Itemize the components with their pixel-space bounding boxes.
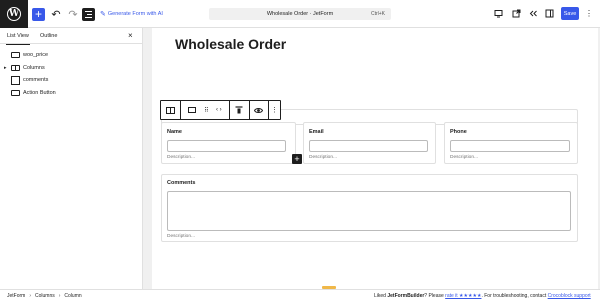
sidebar-toggle-icon[interactable] [545, 9, 554, 18]
document-overview-button[interactable] [82, 7, 95, 21]
vertical-align-button[interactable] [230, 101, 250, 119]
rate-link[interactable]: rate it ★★★★★ [445, 293, 481, 299]
block-toolbar: ⠿ ‹ › ⋮ [160, 100, 281, 120]
breadcrumb-item-column[interactable]: Column [64, 293, 81, 299]
hidden-field-icon [11, 52, 20, 58]
add-block-button[interactable]: + [32, 7, 45, 21]
magic-wand-icon: ✎ [100, 11, 106, 18]
visibility-button[interactable] [250, 101, 270, 119]
desktop-preview-icon[interactable] [494, 9, 503, 18]
support-link[interactable]: Crocoblock support [548, 293, 591, 299]
wordpress-icon: W [7, 7, 21, 21]
breadcrumb: JetForm › Columns › Column [7, 293, 82, 299]
view-external-icon[interactable] [512, 9, 521, 18]
double-chevron-left-icon[interactable] [529, 9, 538, 18]
list-icon-line [85, 16, 92, 18]
expand-caret-icon[interactable]: ▸ [4, 65, 11, 71]
columns-icon [11, 65, 20, 71]
page-title[interactable]: Wholesale Order [175, 36, 286, 52]
command-shortcut: Ctrl+K [370, 11, 385, 17]
options-more-icon[interactable]: ⋮ [585, 7, 593, 20]
editor-canvas: Wholesale Order woo_price Name Descripti… [143, 28, 600, 289]
column-parent-icon[interactable] [187, 107, 196, 113]
eye-icon [254, 107, 264, 113]
comments-field-block[interactable]: Comments Description... [161, 174, 578, 242]
list-item-action-button[interactable]: Action Button [4, 88, 56, 98]
add-block-inline-button[interactable]: + [292, 154, 302, 164]
breadcrumb-item-jetform[interactable]: JetForm [7, 293, 25, 299]
chevron-right-icon: › [58, 293, 61, 299]
list-item-columns[interactable]: ▸ Columns [4, 63, 45, 73]
sidebar-tabs: List View Outline × [0, 28, 143, 45]
list-icon-line [85, 10, 92, 12]
textarea-icon [11, 75, 20, 85]
name-input[interactable] [167, 140, 286, 152]
name-label: Name [167, 129, 182, 135]
name-field-block[interactable]: Name Description... [161, 122, 296, 164]
columns-icon [165, 106, 175, 114]
list-item-label: Columns [23, 65, 45, 71]
email-description: Description... [309, 155, 337, 160]
generate-form-ai-label: Generate Form with AI [107, 11, 163, 17]
block-mover-group: ⠿ ‹ › [181, 101, 230, 119]
list-item-label: comments [23, 77, 49, 83]
save-button[interactable]: Save [561, 7, 579, 20]
phone-label: Phone [450, 129, 467, 135]
wordpress-logo-button[interactable]: W [0, 0, 28, 28]
list-view-sidebar: List View Outline × woo_price ▸ Columns … [0, 28, 143, 289]
undo-button[interactable]: ↶ [50, 7, 62, 21]
footer-rating-text: Liked JetFormBuilder? Please rate it ★★★… [374, 293, 591, 299]
close-icon[interactable]: × [128, 31, 133, 40]
editor-footer: JetForm › Columns › Column Liked JetForm… [0, 289, 600, 300]
comments-description: Description... [167, 234, 195, 239]
phone-description: Description... [450, 155, 478, 160]
chevron-right-icon: › [29, 293, 32, 299]
block-options-more-icon[interactable]: ⋮ [269, 101, 280, 119]
email-label: Email [309, 129, 324, 135]
name-description: Description... [167, 155, 195, 160]
tab-outline[interactable]: Outline [40, 33, 57, 39]
align-top-icon [235, 106, 243, 114]
list-item-label: Action Button [23, 90, 56, 96]
document-title: Wholesale Order · JetForm [266, 11, 334, 17]
redo-button[interactable]: ↷ [67, 7, 79, 21]
list-item-woo-price[interactable]: woo_price [4, 50, 48, 60]
button-icon [11, 90, 20, 96]
list-item-label: woo_price [23, 52, 49, 58]
drag-handle-icon[interactable]: ⠿ [204, 107, 209, 114]
move-arrows-icon[interactable]: ‹ › [216, 107, 222, 113]
phone-input[interactable] [450, 140, 570, 152]
list-item-comments[interactable]: comments [4, 75, 48, 85]
email-field-block[interactable]: Email Description... [303, 122, 436, 164]
generate-form-ai-button[interactable]: ✎ Generate Form with AI [100, 9, 163, 19]
document-title-bar[interactable]: Wholesale Order · JetForm Ctrl+K [209, 8, 391, 20]
form-page: Wholesale Order woo_price Name Descripti… [152, 28, 598, 289]
list-icon-line [87, 13, 92, 15]
comments-textarea[interactable] [167, 191, 571, 231]
breadcrumb-item-columns[interactable]: Columns [35, 293, 55, 299]
editor-toolbar: W + ↶ ↷ ✎ Generate Form with AI Wholesal… [0, 0, 600, 28]
block-type-button[interactable] [161, 101, 181, 119]
phone-field-block[interactable]: Phone Description... [444, 122, 578, 164]
brand-name: JetFormBuilder [387, 293, 425, 299]
comments-label: Comments [167, 180, 196, 186]
tab-list-view[interactable]: List View [6, 33, 30, 45]
email-input[interactable] [309, 140, 428, 152]
